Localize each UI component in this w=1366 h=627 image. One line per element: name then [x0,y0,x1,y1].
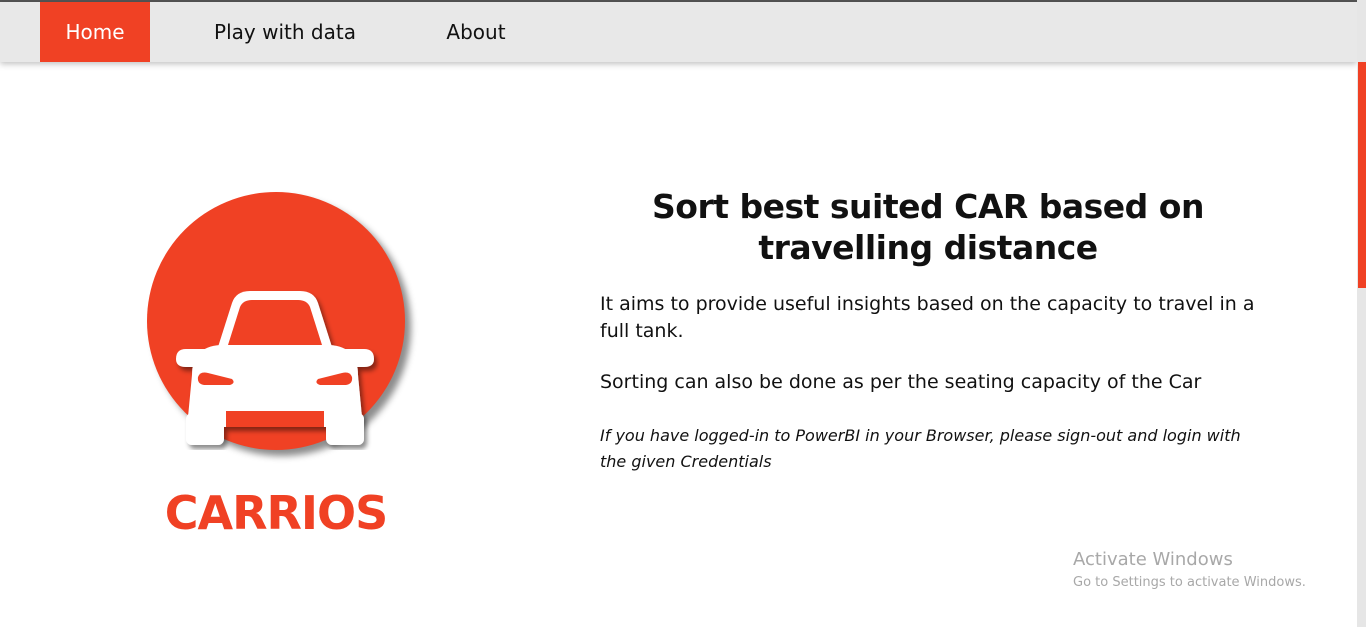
scrollbar-thumb[interactable] [1358,62,1366,288]
brand-logo [140,185,420,465]
car-icon [176,291,374,445]
activate-windows-subtitle: Go to Settings to activate Windows. [1073,575,1306,590]
nav-home-link[interactable]: Home [40,2,150,62]
nav-play-with-data-link[interactable]: Play with data [190,2,380,62]
login-note: If you have logged-in to PowerBI in your… [600,426,1241,471]
brand-name: CARRIOS [164,486,389,540]
description-paragraph: It aims to provide useful insights based… [600,293,1255,342]
sorting-paragraph: Sorting can also be done as per the seat… [600,371,1202,393]
top-navbar: Home Play with data About [0,2,1357,62]
nav-about-link[interactable]: About [420,2,532,62]
activate-windows-title: Activate Windows [1073,549,1233,570]
page-headline: Sort best suited CAR based on travelling… [652,187,1204,267]
